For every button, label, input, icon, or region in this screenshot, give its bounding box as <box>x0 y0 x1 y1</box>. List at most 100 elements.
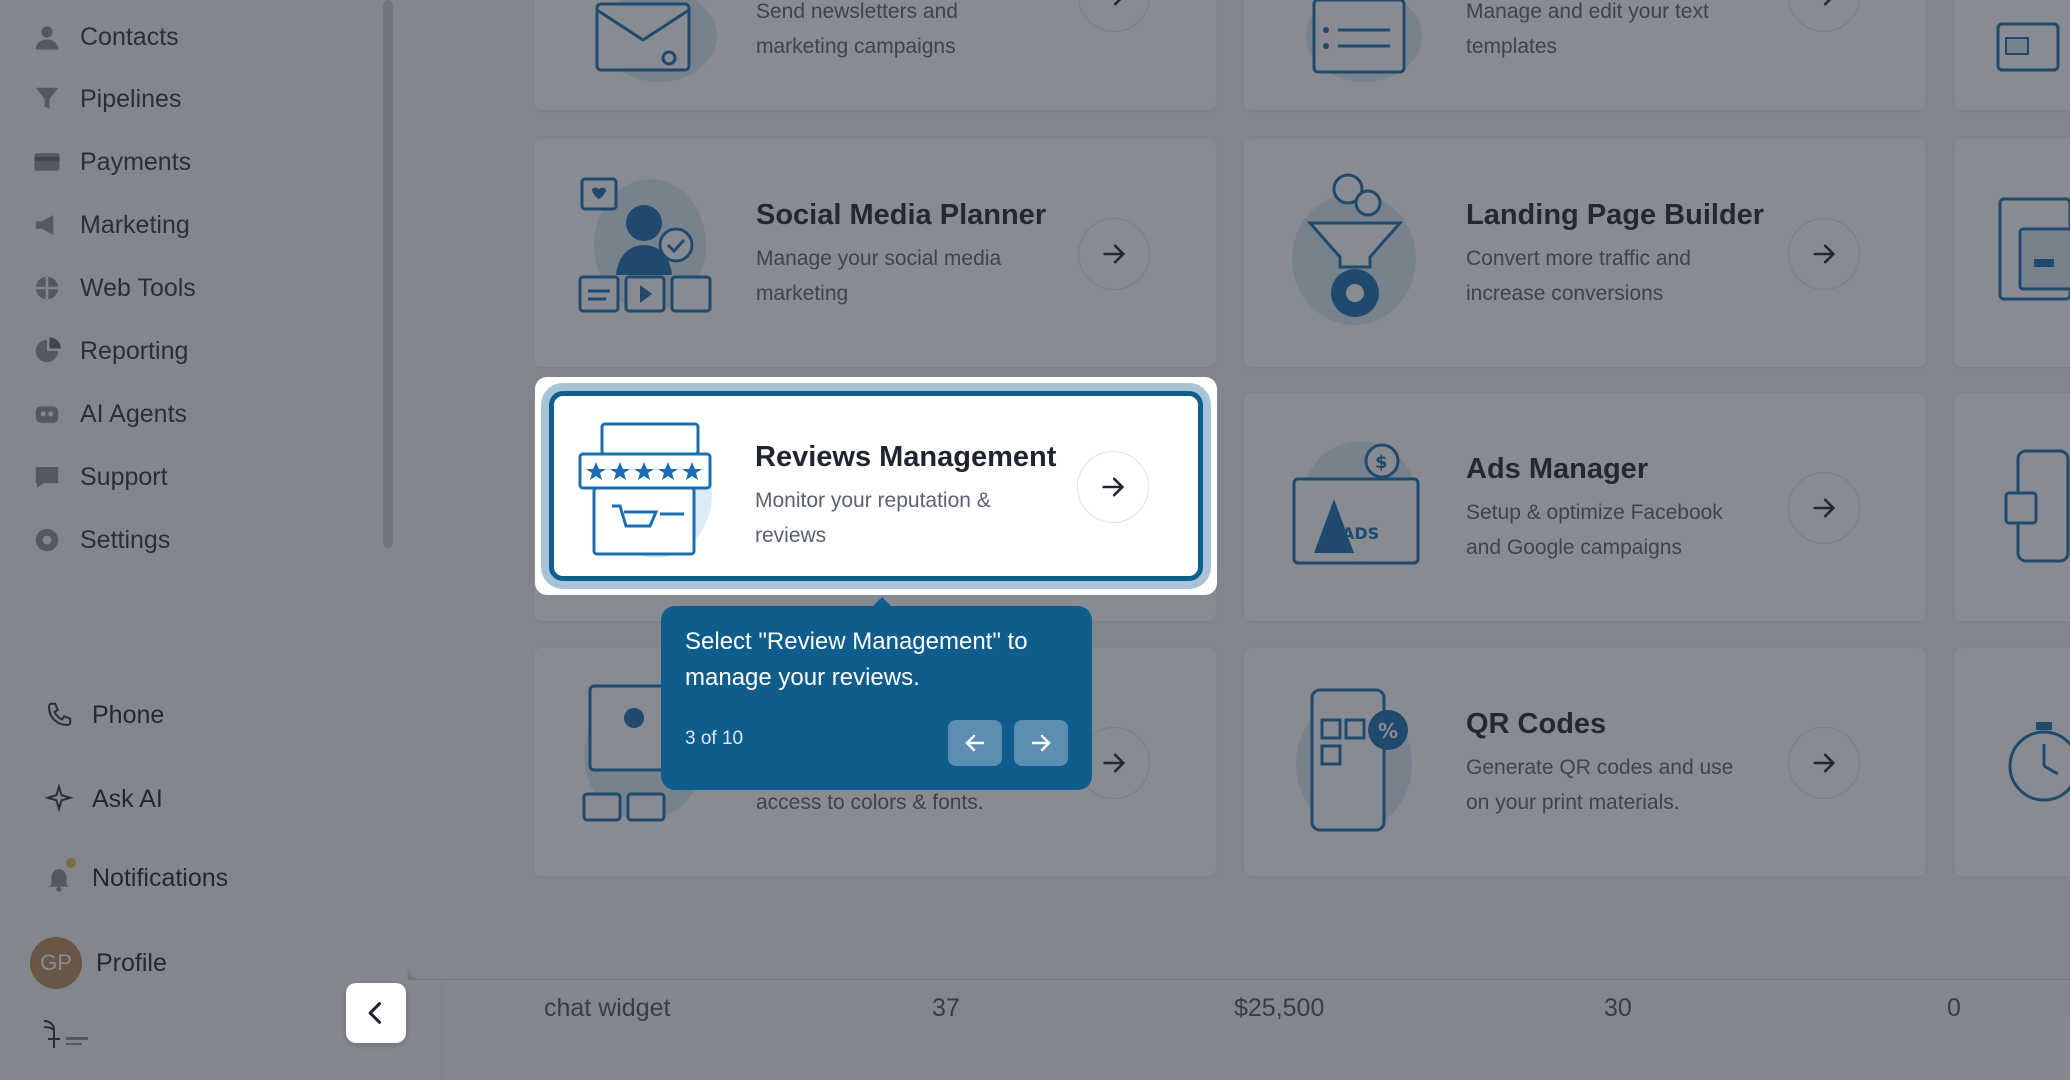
sidebar-item-payments[interactable]: Payments <box>32 142 191 182</box>
card-icon <box>32 147 62 177</box>
table-cell-count: 37 <box>932 994 960 1022</box>
partial-card-row1[interactable] <box>1954 139 2070 367</box>
phone-button[interactable]: Phone <box>42 698 164 732</box>
partial-card-row3[interactable] <box>1954 648 2070 876</box>
email-marketing-card[interactable]: Send newsletters and marketing campaigns <box>534 0 1216 110</box>
partial-card-row2[interactable] <box>1954 393 2070 621</box>
profile-label: Profile <box>96 948 167 977</box>
social-media-planner-card[interactable]: Social Media Planner Manage your social … <box>534 139 1216 367</box>
notification-dot <box>66 858 76 868</box>
bell-icon <box>42 858 76 895</box>
ask-ai-label: Ask AI <box>92 784 163 813</box>
sparkle-icon <box>42 782 76 816</box>
text-templates-card[interactable]: Manage and edit your text templates <box>1244 0 1926 110</box>
pie-chart-icon <box>32 336 62 366</box>
avatar: GP <box>30 937 82 989</box>
svg-text:ADS: ADS <box>1342 524 1379 543</box>
partial-card-row0[interactable] <box>1954 0 2070 110</box>
arrow-right-icon <box>1103 244 1126 264</box>
arrow-right-icon <box>1813 244 1836 264</box>
open-social-media-planner-button[interactable] <box>1078 218 1150 290</box>
card-description-line2: marketing <box>756 282 849 305</box>
globe-icon <box>32 273 62 303</box>
ask-ai-button[interactable]: Ask AI <box>42 782 163 816</box>
landing-page-builder-card[interactable]: Landing Page Builder Convert more traffi… <box>1244 139 1926 367</box>
qr-code-illustration-icon: % <box>1296 688 1412 832</box>
phone-icon <box>42 698 76 732</box>
chat-icon <box>32 462 62 492</box>
open-reviews-management-button[interactable] <box>1077 451 1149 523</box>
tour-previous-button[interactable] <box>948 720 1002 766</box>
templates-illustration-icon <box>1306 0 1422 82</box>
sidebar-item-pipelines[interactable]: Pipelines <box>32 79 181 119</box>
social-media-illustration-icon <box>578 177 712 313</box>
arrow-right-icon <box>1813 498 1836 518</box>
sidebar-item-marketing[interactable]: Marketing <box>32 205 190 245</box>
column-divider <box>441 980 442 1080</box>
card-description-line1: Setup & optimize Facebook <box>1466 501 1723 524</box>
tooltip-step-counter: 3 of 10 <box>685 728 744 749</box>
sidebar-item-settings[interactable]: Settings <box>32 520 170 560</box>
card-title: QR Codes <box>1466 708 1607 740</box>
folder-illustration-icon <box>1996 22 2060 72</box>
open-text-templates-button[interactable] <box>1788 0 1860 32</box>
sidebar-item-label: Marketing <box>80 210 190 239</box>
profile-button[interactable]: GP Profile <box>30 937 167 989</box>
card-title: Reviews Management <box>755 441 1057 473</box>
window-illustration-icon <box>1998 197 2070 301</box>
open-ads-manager-button[interactable] <box>1788 472 1860 544</box>
sidebar-item-label: Payments <box>80 147 192 176</box>
card-description-line1: Manage and edit your text <box>1466 0 1709 23</box>
sidebar-item-label: Contacts <box>80 22 179 51</box>
open-qr-codes-button[interactable] <box>1788 727 1860 799</box>
tour-tooltip: Select "Review Management" to manage you… <box>661 606 1092 790</box>
card-description-line1: Convert more traffic and <box>1466 247 1691 270</box>
card-description-line2: on your print materials. <box>1466 791 1680 814</box>
sidebar-scrollbar[interactable] <box>383 0 393 548</box>
sidebar-item-label: Settings <box>80 525 171 554</box>
sidebar-item-contacts[interactable]: Contacts <box>32 17 179 57</box>
brand-logo-icon <box>43 1020 88 1048</box>
tooltip-text: Select "Review Management" to manage you… <box>685 628 1028 691</box>
notifications-button[interactable]: Notifications <box>42 858 229 895</box>
svg-text:%: % <box>1378 719 1398 743</box>
ads-manager-card[interactable]: ADS $ Ads Manager Setup & optimize Faceb… <box>1244 393 1926 621</box>
sidebar-item-label: AI Agents <box>80 399 188 428</box>
open-email-marketing-button[interactable] <box>1078 0 1150 32</box>
tour-next-button[interactable] <box>1014 720 1068 766</box>
card-title: Social Media Planner <box>756 199 1047 231</box>
card-description-line1: Manage your social media <box>756 247 1002 270</box>
card-description-line2: access to colors & fonts. <box>756 791 984 814</box>
sidebar-item-label: Web Tools <box>80 273 196 302</box>
ads-illustration-icon: ADS $ <box>1292 441 1420 565</box>
table-row: chat widget 37 $25,500 30 0 <box>407 980 2070 1080</box>
sidebar-item-label: Support <box>80 462 168 491</box>
stopwatch-illustration-icon <box>2008 722 2070 802</box>
sidebar-item-label: Reporting <box>80 336 189 365</box>
collapse-sidebar-button[interactable] <box>346 983 406 1043</box>
notifications-label: Notifications <box>92 863 229 892</box>
table-cell-other: 0 <box>1947 994 1961 1022</box>
sidebar-item-support[interactable]: Support <box>32 457 168 497</box>
arrow-right-icon <box>1823 0 1832 6</box>
card-description-line2: reviews <box>755 524 827 547</box>
sidebar-item-web-tools[interactable]: Web Tools <box>32 268 196 308</box>
sidebar: Contacts Pipelines Payments Marketing We… <box>0 0 408 1080</box>
sidebar-item-ai-agents[interactable]: AI Agents <box>32 394 187 434</box>
card-title: Ads Manager <box>1466 453 1649 485</box>
reviews-management-card[interactable]: Reviews Management Monitor your reputati… <box>549 391 1203 581</box>
table-cell-metric: 30 <box>1604 994 1632 1022</box>
arrow-left-icon <box>965 734 985 752</box>
sidebar-item-reporting[interactable]: Reporting <box>32 331 188 371</box>
open-landing-page-builder-button[interactable] <box>1788 218 1860 290</box>
card-title: Landing Page Builder <box>1466 199 1765 231</box>
card-description-line2: increase conversions <box>1466 282 1664 305</box>
email-illustration-icon <box>595 0 717 82</box>
arrow-right-icon <box>1031 734 1051 752</box>
qr-codes-card[interactable]: % QR Codes Generate QR codes and use on … <box>1244 648 1926 876</box>
highlight-spotlight: Reviews Management Monitor your reputati… <box>535 377 1217 595</box>
phone-label: Phone <box>92 700 165 729</box>
card-description-line2: templates <box>1466 35 1558 58</box>
funnel-icon <box>32 84 62 114</box>
arrow-right-icon <box>1113 0 1122 6</box>
